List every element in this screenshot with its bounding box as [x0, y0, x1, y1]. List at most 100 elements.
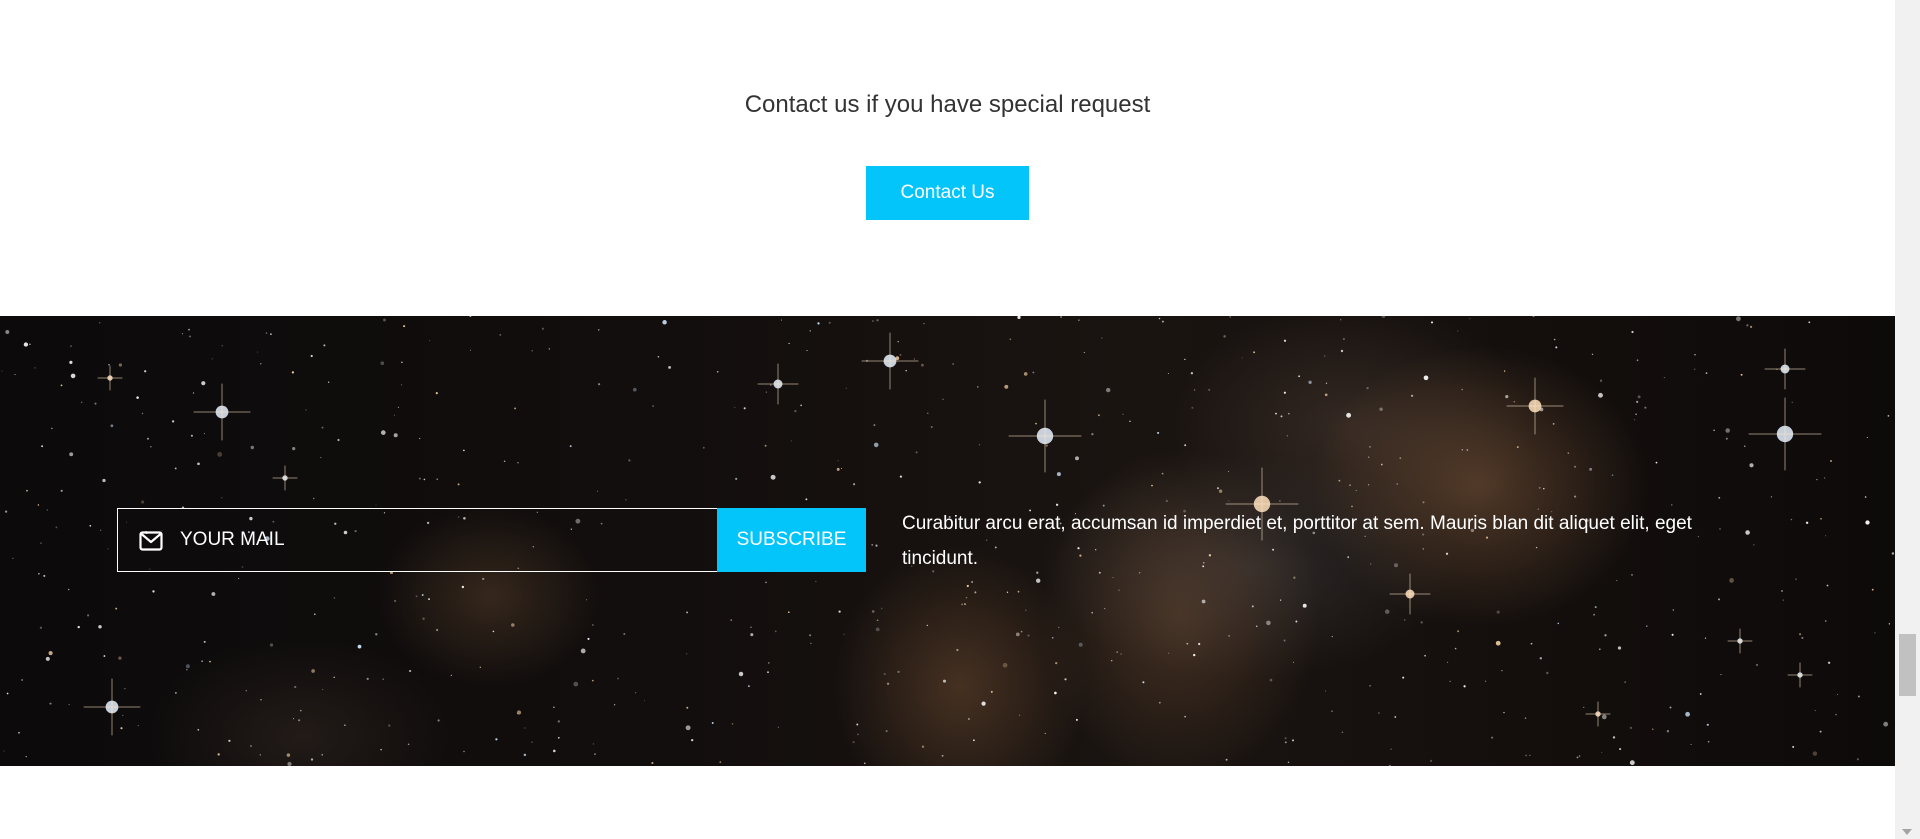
star-dot [421, 594, 424, 596]
star-dot [1325, 382, 1328, 384]
star-dot [1532, 316, 1535, 318]
star-dot [971, 581, 973, 583]
star-dot [333, 676, 335, 678]
star-dot [1557, 622, 1560, 625]
star-dot [103, 655, 106, 657]
star-dot [1713, 429, 1715, 432]
star-dot [1598, 392, 1603, 398]
star-dot [99, 529, 102, 531]
star-dot [321, 426, 324, 429]
star-dot [209, 660, 211, 663]
star-dot [1083, 351, 1086, 354]
star-dot [1025, 609, 1027, 611]
star-dot [120, 727, 123, 730]
star-dot [1672, 609, 1674, 611]
star-dot [115, 607, 118, 610]
star-dot [201, 660, 203, 662]
star-dot [942, 398, 944, 401]
star-dot [1269, 678, 1273, 682]
star-dot [1101, 337, 1103, 339]
star-dot [623, 633, 626, 635]
star-dot [1617, 646, 1622, 650]
star-dot [1663, 376, 1666, 379]
star-dot [203, 640, 206, 643]
star-dot [366, 677, 369, 681]
star-dot [596, 490, 599, 492]
star-dot [1707, 740, 1710, 743]
star-dot [873, 442, 879, 448]
star-dot [98, 625, 102, 629]
star-dot [383, 318, 386, 322]
star-dot [393, 433, 398, 438]
star-dot [107, 548, 109, 550]
star-dot [25, 755, 27, 758]
star-dot [632, 387, 637, 392]
star-dot [292, 718, 295, 720]
star-dot [580, 648, 586, 654]
star-dot [1798, 633, 1802, 636]
star-dot [1725, 437, 1728, 440]
star-dot [6, 692, 9, 695]
star-dot [956, 648, 959, 652]
scrollbar-thumb[interactable] [1899, 634, 1916, 696]
star-dot [380, 430, 386, 435]
star-dot [702, 446, 705, 449]
star-dot [188, 328, 190, 331]
star-dot [269, 643, 274, 647]
star-dot [1824, 620, 1827, 622]
star-dot [1666, 730, 1670, 733]
star-dot [1705, 372, 1708, 374]
email-input[interactable] [180, 509, 700, 571]
star-dot [1463, 685, 1466, 688]
star-dot [298, 719, 301, 722]
star-dot [461, 585, 465, 589]
star-dot [876, 619, 879, 622]
star-dot [1744, 445, 1746, 447]
star-dot [407, 743, 410, 746]
star-dot [1075, 718, 1078, 721]
star-dot [617, 677, 619, 680]
star-dot [777, 726, 780, 728]
star-dot [1466, 449, 1469, 451]
vertical-scrollbar[interactable] [1895, 0, 1920, 839]
scroll-down-arrow-icon[interactable] [1902, 829, 1912, 835]
star-dot [344, 724, 346, 727]
star-dot [1308, 380, 1312, 384]
star-dot [322, 688, 324, 691]
star-dot [457, 483, 460, 486]
subscribe-button[interactable]: SUBSCRIBE [717, 508, 866, 572]
star-dot [838, 610, 841, 613]
star-dot [1484, 680, 1487, 682]
star-dot [517, 462, 519, 464]
star-dot [397, 406, 400, 409]
star-dot [875, 627, 880, 632]
star-dot [1368, 456, 1370, 458]
star-dot [738, 671, 744, 677]
star-dot [1027, 634, 1030, 637]
star-dot [1279, 500, 1281, 502]
star-dot [978, 444, 980, 446]
envelope-icon [139, 531, 163, 551]
star-dot [790, 440, 792, 442]
star-dot [1161, 472, 1164, 475]
star-dot [806, 349, 808, 352]
star-dot [495, 738, 498, 741]
star-dot [1018, 714, 1021, 716]
star-dot [1812, 751, 1818, 756]
star-dot [1736, 316, 1741, 322]
star-dot [1193, 653, 1196, 657]
star-dot [311, 669, 315, 673]
star-dot [1078, 642, 1083, 647]
star-dot [686, 611, 689, 614]
contact-us-button[interactable]: Contact Us [866, 166, 1029, 220]
star-dot [961, 603, 963, 606]
star-dot [418, 477, 421, 480]
star-dot [428, 598, 430, 601]
star-dot [1891, 552, 1895, 555]
star-dot [37, 504, 40, 506]
star-dot [871, 320, 874, 322]
star-dot [201, 381, 206, 386]
star-dot [45, 656, 50, 661]
star-dot [419, 437, 421, 440]
star-dot [1295, 620, 1298, 623]
